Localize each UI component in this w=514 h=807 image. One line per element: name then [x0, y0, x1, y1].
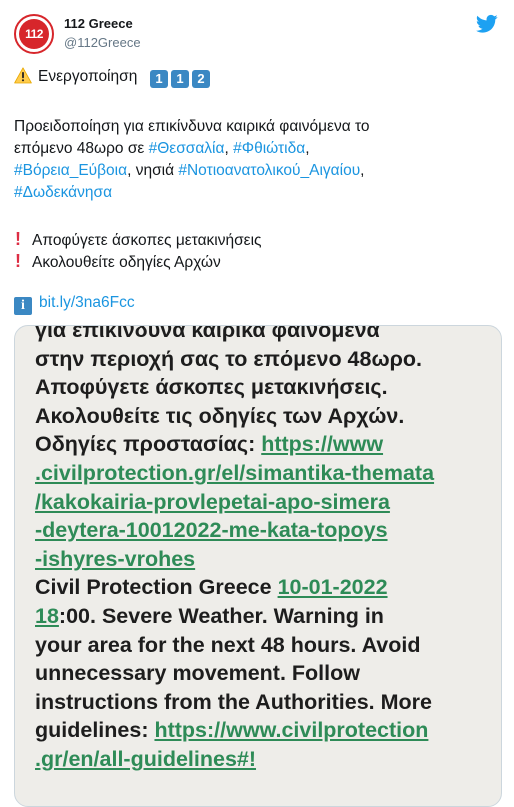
hashtag-thessaly[interactable]: #Θεσσαλία — [149, 140, 225, 157]
sms-message-text: για επικίνδυνα καιρικά φαινόμενα στην πε… — [35, 325, 475, 774]
bullet-avoid-movement: ! Αποφύγετε άσκοπες μετακινήσεις — [14, 228, 262, 252]
sms-date-link: 10-01-2022 — [277, 575, 388, 600]
activation-label: Ενεργοποίηση — [38, 68, 138, 85]
sms-line: για επικίνδυνα καιρικά φαινόμενα — [35, 325, 380, 342]
bullet-text: Ακολουθείτε οδηγίες Αρχών — [32, 254, 221, 271]
hashtag-southeast-aegean[interactable]: #Νοτιοανατολικού_Αιγαίου — [178, 162, 360, 179]
avatar[interactable]: 112 — [14, 14, 54, 54]
keycap-2-icon: 2 — [191, 70, 210, 88]
bullet-follow-authorities: ! Ακολουθείτε οδηγίες Αρχών — [14, 250, 221, 274]
sms-line: Civil Protection Greece 10-01-2022 — [35, 573, 475, 602]
tweet-text-line-3: #Βόρεια_Εύβοια, νησιά #Νοτιοανατολικού_Α… — [14, 160, 364, 182]
hashtag-north-evia[interactable]: #Βόρεια_Εύβοια — [14, 162, 127, 179]
shortened-link[interactable]: bit.ly/3na6Fcc — [39, 294, 135, 311]
text-fragment: επόμενο 48ωρο σε — [14, 140, 149, 157]
information-icon: i — [14, 297, 32, 315]
bullet-text: Αποφύγετε άσκοπες μετακινήσεις — [32, 232, 262, 249]
twitter-bird-icon[interactable] — [476, 14, 498, 34]
sms-text-fragment: :00. Severe Weather. Warning in — [58, 603, 384, 628]
sms-line: Ακολουθείτε τις οδηγίες των Αρχών. — [35, 403, 405, 428]
hashtag-dodecanese[interactable]: #Δωδεκάνησα — [14, 184, 112, 201]
keycap-1-icon: 1 — [149, 70, 168, 88]
tweet-text-line-2: επόμενο 48ωρο σε #Θεσσαλία, #Φθιώτιδα, — [14, 138, 310, 160]
sms-text-fragment: guidelines: — [35, 718, 155, 743]
link-line: i bit.ly/3na6Fcc — [14, 292, 135, 315]
sms-line: unnecessary movement. Follow — [35, 661, 360, 686]
keycap-1-icon: 1 — [170, 70, 189, 88]
sms-link-el: https://www — [261, 432, 384, 457]
tweet-card: 112 112 Greece @112Greece Ενεργοποίηση 1… — [0, 0, 514, 807]
text-fragment: , — [305, 140, 310, 157]
user-name[interactable]: 112 Greece — [64, 16, 133, 31]
sms-line: Αποφύγετε άσκοπες μετακινήσεις. — [35, 375, 388, 400]
sms-link-line: /kakokairia-provlepetai-apo-simera — [35, 489, 390, 514]
red-exclamation-icon: ! — [15, 251, 21, 271]
hashtag-fthiotida[interactable]: #Φθιώτιδα — [233, 140, 305, 157]
tweet-text-line-1: Προειδοποίηση για επικίνδυνα καιρικά φαι… — [14, 118, 370, 135]
tweet-text-line-4: #Δωδεκάνησα — [14, 182, 112, 204]
sms-text-fragment: Οδηγίες προστασίας: — [35, 432, 262, 457]
sms-line: your area for the next 48 hours. Avoid — [35, 632, 421, 657]
sms-link-line: .gr/en/all-guidelines#! — [35, 746, 257, 771]
sms-time-link: 18 — [35, 603, 59, 628]
warning-emoji-icon — [14, 67, 32, 84]
text-fragment: , — [224, 140, 234, 157]
sms-link-line: .civilprotection.gr/el/simantika-themata — [35, 460, 435, 485]
sms-screenshot-image[interactable]: για επικίνδυνα καιρικά φαινόμενα στην πε… — [14, 325, 502, 807]
activation-line: Ενεργοποίηση 112 — [14, 66, 213, 88]
tweet-header: 112 112 Greece @112Greece — [14, 14, 500, 54]
sms-line: instructions from the Authorities. More — [35, 689, 432, 714]
sms-guidelines-link: https://www.civilprotection — [154, 718, 429, 743]
user-handle[interactable]: @112Greece — [64, 35, 141, 50]
sms-text-fragment: Civil Protection Greece — [35, 575, 278, 600]
sms-line: στην περιοχή σας το επόμενο 48ωρο. — [35, 346, 423, 371]
avatar-logo: 112 — [19, 19, 49, 49]
sms-link-line: -ishyres-vrohes — [35, 546, 196, 571]
sms-line: guidelines: https://www.civilprotection — [35, 716, 475, 745]
text-fragment: , νησιά — [127, 162, 179, 179]
sms-line: Οδηγίες προστασίας: https://www — [35, 430, 475, 459]
sms-line: 18:00. Severe Weather. Warning in — [35, 602, 475, 631]
text-fragment: , — [360, 162, 365, 179]
red-exclamation-icon: ! — [15, 229, 21, 249]
sms-link-line: -deytera-10012022-me-kata-topoys — [35, 518, 388, 543]
